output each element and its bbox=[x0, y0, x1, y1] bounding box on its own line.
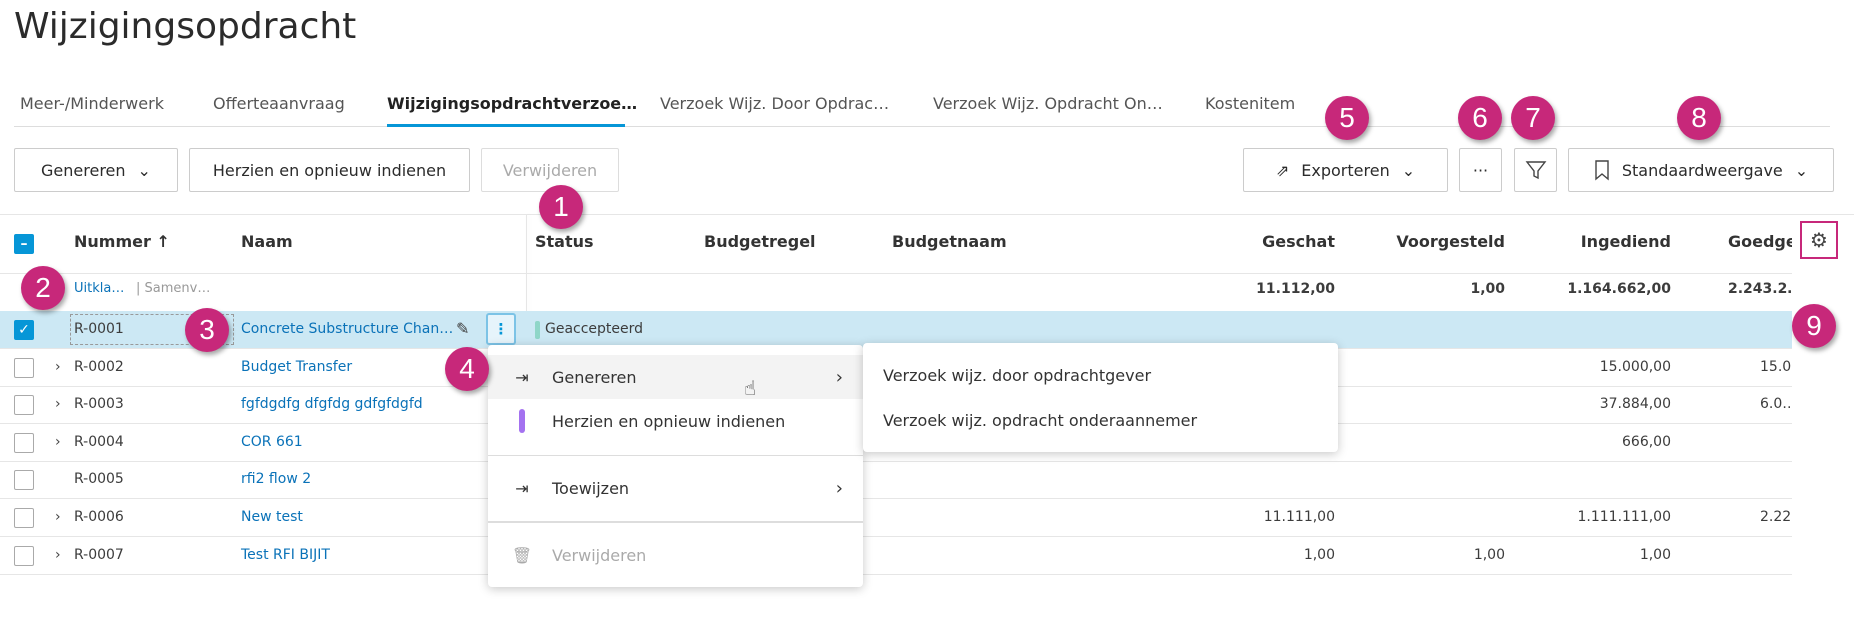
submenu-item-subcontractor[interactable]: Verzoek wijz. opdracht onderaannemer bbox=[863, 398, 1338, 442]
purple-bar-icon bbox=[510, 409, 534, 433]
row-checkbox[interactable] bbox=[14, 432, 34, 453]
hand-cursor-icon: ☝ bbox=[744, 376, 757, 400]
expand-row-chevron-icon[interactable]: › bbox=[55, 547, 61, 563]
header-submitted[interactable]: Ingediend bbox=[1471, 232, 1671, 251]
trash-icon: 🗑 bbox=[511, 545, 533, 565]
row-submitted: 37.884,00 bbox=[1599, 396, 1671, 413]
annotation-badge-6: 6 bbox=[1458, 96, 1502, 140]
row-checkbox[interactable] bbox=[14, 395, 34, 416]
annotation-badge-3: 3 bbox=[185, 308, 229, 352]
column-settings-button[interactable]: ⚙ bbox=[1800, 221, 1838, 259]
annotation-badge-4: 4 bbox=[445, 347, 489, 391]
annotation-badge-7: 7 bbox=[1511, 96, 1555, 140]
row-submitted: 15.000,00 bbox=[1599, 358, 1671, 375]
row-approved: 2.222.2… bbox=[1760, 509, 1792, 525]
menu-item-revise[interactable]: Herzien en opnieuw indienen bbox=[488, 399, 863, 443]
row-number: R-0001 bbox=[74, 321, 124, 337]
row-divider bbox=[0, 460, 1792, 462]
chevron-right-icon: › bbox=[835, 477, 843, 499]
expand-row-chevron-icon[interactable]: › bbox=[55, 359, 61, 375]
submenu-item-client[interactable]: Verzoek wijz. door opdrachtgever bbox=[863, 353, 1338, 397]
header-status[interactable]: Status bbox=[535, 232, 594, 251]
status-indicator bbox=[535, 321, 540, 339]
row-name-link[interactable]: New test bbox=[241, 509, 303, 525]
header-budget-name[interactable]: Budgetnaam bbox=[892, 232, 1007, 251]
expand-row-chevron-icon[interactable]: › bbox=[55, 434, 61, 450]
row-checkbox[interactable]: ✓ bbox=[14, 320, 34, 340]
menu-item-assign[interactable]: ⇥ Toewijzen › bbox=[488, 466, 863, 510]
row-checkbox[interactable] bbox=[14, 357, 34, 378]
expand-all-link[interactable]: Uitkla… bbox=[74, 281, 124, 296]
row-number: R-0007 bbox=[74, 546, 124, 563]
row-submitted: 1.111.111,00 bbox=[1577, 509, 1671, 525]
menu-item-delete[interactable]: 🗑 Verwijderen bbox=[488, 533, 863, 577]
select-all-checkbox[interactable]: – bbox=[14, 234, 34, 254]
annotation-badge-5: 5 bbox=[1325, 96, 1369, 140]
annotation-badge-1: 1 bbox=[539, 185, 583, 229]
menu-divider bbox=[488, 455, 863, 456]
row-number: R-0004 bbox=[74, 433, 124, 450]
row-name-link[interactable]: rfi2 flow 2 bbox=[241, 471, 311, 487]
menu-divider bbox=[488, 521, 863, 523]
row-divider bbox=[0, 573, 1792, 575]
row-name-link[interactable]: fgfdgdfg dfgfdg gdfgfdgfd bbox=[241, 396, 423, 412]
expand-row-chevron-icon[interactable]: › bbox=[55, 509, 61, 525]
row-number: R-0006 bbox=[74, 509, 124, 525]
enter-icon: ⇥ bbox=[515, 478, 529, 498]
summary-submitted: 1.164.662,00 bbox=[1567, 281, 1671, 297]
context-menu: ⇥ Genereren › Herzien en opnieuw indienen … bbox=[488, 345, 863, 587]
annotation-badge-9: 9 bbox=[1792, 304, 1836, 348]
row-approved: 6.0… bbox=[1760, 396, 1792, 413]
edit-pencil-icon[interactable]: ✎ bbox=[456, 319, 469, 338]
row-checkbox[interactable] bbox=[14, 545, 34, 566]
row-number: R-0003 bbox=[74, 396, 124, 413]
expand-row-chevron-icon[interactable]: › bbox=[55, 396, 61, 412]
menu-label: Verwijderen bbox=[552, 545, 647, 565]
row-number: R-0002 bbox=[74, 358, 124, 375]
chevron-down-icon: ⌄ bbox=[1794, 160, 1809, 180]
header-number[interactable]: Nummer ↑ bbox=[74, 232, 170, 251]
enter-icon: ⇥ bbox=[515, 367, 529, 387]
menu-label: Genereren bbox=[552, 367, 637, 387]
row-divider bbox=[0, 536, 1792, 537]
summary-approved: 2.243.2… bbox=[1728, 281, 1792, 297]
data-grid: – Nummer ↑ Naam Status Budgetregel Budge… bbox=[0, 0, 1792, 634]
menu-label: Toewijzen bbox=[552, 478, 630, 498]
menu-item-generate[interactable]: ⇥ Genereren › bbox=[488, 355, 863, 399]
row-checkbox[interactable] bbox=[14, 508, 34, 528]
row-divider bbox=[0, 273, 1792, 274]
gear-icon: ⚙ bbox=[1810, 228, 1828, 252]
row-divider bbox=[0, 498, 1792, 500]
header-budget-line[interactable]: Budgetregel bbox=[704, 232, 816, 251]
row-name-link[interactable]: Test RFI BIJIT bbox=[241, 547, 330, 563]
annotation-badge-8: 8 bbox=[1677, 96, 1721, 140]
annotation-badge-2: 2 bbox=[21, 266, 65, 310]
collapse-all-link[interactable]: | Samenv… bbox=[136, 281, 210, 296]
generate-submenu: Verzoek wijz. door opdrachtgever Verzoek… bbox=[863, 343, 1338, 452]
row-actions-button[interactable]: ⋮ bbox=[486, 313, 516, 345]
row-number: R-0005 bbox=[74, 471, 124, 488]
row-status: Geaccepteerd bbox=[545, 321, 644, 337]
row-name-link[interactable]: COR 661 bbox=[241, 434, 303, 450]
menu-label: Herzien en opnieuw indienen bbox=[552, 411, 786, 431]
row-checkbox[interactable] bbox=[14, 470, 34, 491]
header-approved[interactable]: Goedge bbox=[1728, 232, 1792, 251]
header-name[interactable]: Naam bbox=[241, 232, 293, 251]
sort-ascending-icon: ↑ bbox=[156, 232, 170, 251]
row-estimated: 11.111,00 bbox=[1263, 509, 1335, 525]
chevron-right-icon: › bbox=[835, 366, 843, 388]
row-submitted: 1,00 bbox=[1639, 546, 1671, 563]
row-submitted: 666,00 bbox=[1622, 433, 1671, 450]
row-name-link[interactable]: Budget Transfer bbox=[241, 359, 352, 375]
row-approved: 15.0… bbox=[1760, 358, 1792, 375]
row-name-link[interactable]: Concrete Substructure Chan… bbox=[241, 321, 453, 337]
